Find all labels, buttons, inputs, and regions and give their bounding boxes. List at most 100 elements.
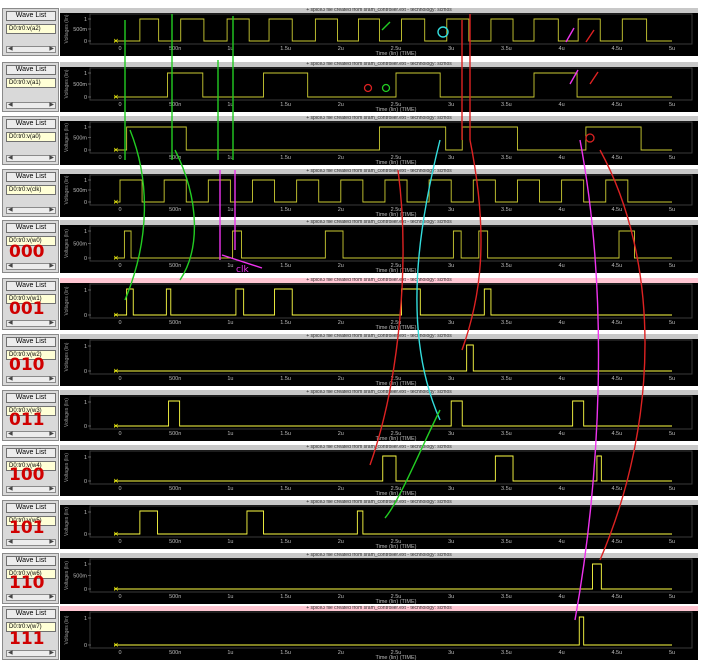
waveform-plot-area[interactable]: + spice3 file created from sram_controll…	[60, 553, 698, 604]
wave-list-scrollbar[interactable]: ◀ ▶	[6, 46, 56, 53]
scroll-left-icon[interactable]: ◀	[8, 154, 13, 161]
x-tick-label: 5u	[669, 46, 675, 52]
waveform-plot-area[interactable]: + spice3 file created from sram_controll…	[60, 606, 698, 660]
waveform-svg: Voltages (lin) 100 500n 1u 1.5u 2u 2.5u 3u 3.5u 4…	[64, 450, 693, 496]
y-tick-label: 1	[84, 510, 87, 516]
wave-list-scrollbar[interactable]: ◀ ▶	[6, 650, 56, 657]
scroll-right-icon[interactable]: ▶	[49, 593, 54, 600]
y-tick-label: 0	[84, 532, 87, 538]
x-tick-label: 1u	[227, 263, 233, 269]
wave-list-scrollbar[interactable]: ◀ ▶	[6, 539, 56, 546]
x-tick-label: 1.5u	[280, 594, 291, 600]
x-tick-label: 3u	[448, 263, 454, 269]
y-axis-label: Voltages (lin)	[64, 69, 70, 98]
scroll-left-icon[interactable]: ◀	[8, 485, 13, 492]
wave-list-button[interactable]: Wave List	[6, 609, 56, 619]
wave-list-button[interactable]: Wave List	[6, 65, 56, 75]
x-tick-label: 500n	[169, 207, 181, 213]
scroll-left-icon[interactable]: ◀	[8, 593, 13, 600]
y-tick-label: 0	[84, 313, 87, 319]
waveform-plot-area[interactable]: + spice3 file created from sram_controll…	[60, 445, 698, 496]
wave-list-button[interactable]: Wave List	[6, 281, 56, 291]
wave-list-button[interactable]: Wave List	[6, 11, 56, 21]
y-tick-label: 0	[84, 95, 87, 101]
wave-list-sidebar: Wave List D0:tr0:v(clk) ◀ ▶	[2, 169, 59, 217]
scroll-left-icon[interactable]: ◀	[8, 45, 13, 52]
scroll-right-icon[interactable]: ▶	[49, 206, 54, 213]
wave-list-button[interactable]: Wave List	[6, 503, 56, 513]
signal-name-label[interactable]: D0:tr0:v(a0)	[6, 132, 56, 142]
wave-list-scrollbar[interactable]: ◀ ▶	[6, 431, 56, 438]
x-tick-label: 4.5u	[611, 207, 622, 213]
wave-list-button[interactable]: Wave List	[6, 223, 56, 233]
wave-list-sidebar: Wave List D0:tr0:v(a0) ◀ ▶	[2, 116, 59, 165]
x-tick-label: 1.5u	[280, 102, 291, 108]
scroll-left-icon[interactable]: ◀	[8, 649, 13, 656]
scroll-right-icon[interactable]: ▶	[49, 319, 54, 326]
wave-list-scrollbar[interactable]: ◀ ▶	[6, 376, 56, 383]
wave-list-scrollbar[interactable]: ◀ ▶	[6, 486, 56, 493]
scroll-right-icon[interactable]: ▶	[49, 154, 54, 161]
y-tick-label: 0	[84, 200, 87, 206]
x-tick-label: 1u	[227, 431, 233, 437]
scroll-right-icon[interactable]: ▶	[49, 485, 54, 492]
wave-list-scrollbar[interactable]: ◀ ▶	[6, 263, 56, 270]
scroll-left-icon[interactable]: ◀	[8, 262, 13, 269]
wave-list-scrollbar[interactable]: ◀ ▶	[6, 320, 56, 327]
waveform-plot-area[interactable]: + spice3 file created from sram_controll…	[60, 220, 698, 273]
wave-list-button[interactable]: Wave List	[6, 337, 56, 347]
x-tick-label: 4.5u	[611, 263, 622, 269]
x-tick-label: 0	[118, 263, 121, 269]
wave-list-scrollbar[interactable]: ◀ ▶	[6, 102, 56, 109]
wave-list-scrollbar[interactable]: ◀ ▶	[6, 594, 56, 601]
scroll-right-icon[interactable]: ▶	[49, 262, 54, 269]
scroll-left-icon[interactable]: ◀	[8, 538, 13, 545]
scroll-right-icon[interactable]: ▶	[49, 538, 54, 545]
x-tick-label: 1.5u	[280, 650, 291, 656]
wave-list-sidebar: Wave List D0:tr0:v(w5) 101 ◀ ▶	[2, 500, 59, 549]
wave-list-button[interactable]: Wave List	[6, 556, 56, 566]
scroll-left-icon[interactable]: ◀	[8, 101, 13, 108]
waveform-plot-area[interactable]: + spice3 file created from sram_controll…	[60, 334, 698, 386]
x-tick-label: 0	[118, 46, 121, 52]
waveform-plot-area[interactable]: + spice3 file created from sram_controll…	[60, 500, 698, 549]
scroll-right-icon[interactable]: ▶	[49, 45, 54, 52]
wave-list-button[interactable]: Wave List	[6, 172, 56, 182]
scroll-right-icon[interactable]: ▶	[49, 101, 54, 108]
waveform-plot-area[interactable]: + spice3 file created from sram_controll…	[60, 390, 698, 441]
origin-cursor-icon: ×	[113, 530, 119, 538]
plot-frame	[89, 395, 693, 430]
scroll-right-icon[interactable]: ▶	[49, 375, 54, 382]
waveform-plot-area[interactable]: + spice3 file created from sram_controll…	[60, 8, 698, 56]
wave-list-scrollbar[interactable]: ◀ ▶	[6, 155, 56, 162]
signal-trace	[114, 179, 672, 203]
waveform-plot-area[interactable]: + spice3 file created from sram_controll…	[60, 116, 698, 165]
wave-list-button[interactable]: Wave List	[6, 119, 56, 129]
signal-trace	[114, 400, 672, 427]
y-axis-label: Voltages (lin)	[64, 123, 70, 152]
wave-list-button[interactable]: Wave List	[6, 393, 56, 403]
waveform-plot-area[interactable]: + spice3 file created from sram_controll…	[60, 278, 698, 330]
waveform-plot-area[interactable]: + spice3 file created from sram_controll…	[60, 169, 698, 217]
x-tick-label: 1u	[227, 102, 233, 108]
scroll-left-icon[interactable]: ◀	[8, 430, 13, 437]
x-axis-label: Time (lin) (TIME)	[375, 381, 416, 386]
waveform-plot-area[interactable]: + spice3 file created from sram_controll…	[60, 62, 698, 112]
x-tick-label: 3u	[448, 320, 454, 326]
scroll-left-icon[interactable]: ◀	[8, 319, 13, 326]
scroll-right-icon[interactable]: ▶	[49, 649, 54, 656]
x-tick-label: 0	[118, 155, 121, 161]
wave-list-button[interactable]: Wave List	[6, 448, 56, 458]
x-tick-label: 2u	[338, 207, 344, 213]
x-tick-label: 1u	[227, 594, 233, 600]
signal-name-label[interactable]: D0:tr0:v(a1)	[6, 78, 56, 88]
signal-name-label[interactable]: D0:tr0:v(a2)	[6, 24, 56, 34]
scroll-right-icon[interactable]: ▶	[49, 430, 54, 437]
scroll-left-icon[interactable]: ◀	[8, 206, 13, 213]
signal-name-label[interactable]: D0:tr0:v(clk)	[6, 185, 56, 195]
handwritten-address-annotation: 001	[9, 299, 45, 319]
wave-list-scrollbar[interactable]: ◀ ▶	[6, 207, 56, 214]
scroll-left-icon[interactable]: ◀	[8, 375, 13, 382]
x-tick-label: 4.5u	[611, 431, 622, 437]
x-tick-label: 0	[118, 320, 121, 326]
